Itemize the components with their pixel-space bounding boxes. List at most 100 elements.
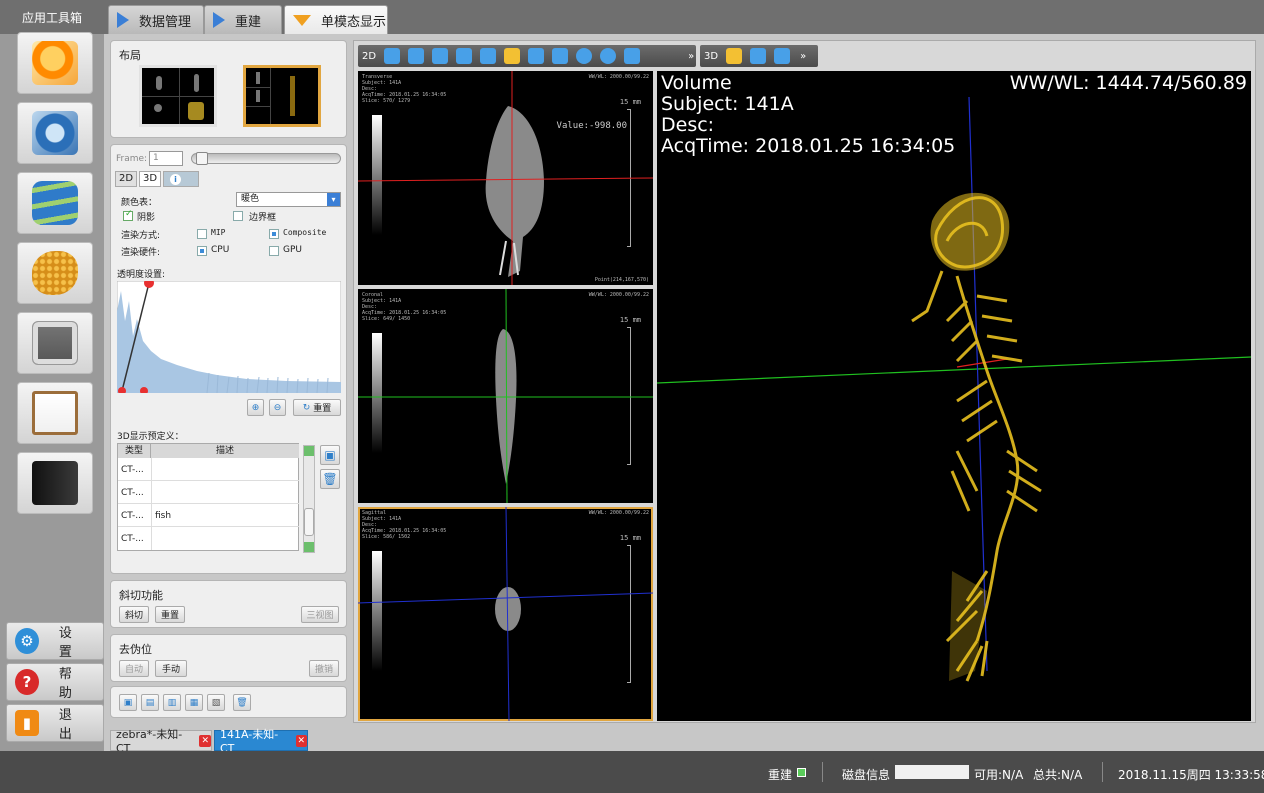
- tool-button-1[interactable]: [17, 32, 93, 94]
- three-view-button[interactable]: 三视图: [301, 606, 339, 623]
- tool-button-3[interactable]: [17, 172, 93, 234]
- frame-label: Frame:: [116, 154, 148, 164]
- opacity-histogram-editor[interactable]: [117, 281, 341, 393]
- checkmark-icon: ✓: [125, 209, 133, 219]
- rotate-3d-icon[interactable]: [774, 48, 791, 64]
- coronal-view[interactable]: Coronal Subject: 141A Desc: AcqTime: 2018.0…: [358, 289, 653, 503]
- oblique-reset-button[interactable]: 重置: [155, 606, 185, 623]
- copy-button[interactable]: ▦: [185, 694, 203, 711]
- layout-thumb-grid[interactable]: [139, 65, 217, 127]
- oblique-panel: 斜切功能 斜切 重置 三视图: [110, 580, 347, 628]
- mode-3d-label: 3D: [704, 50, 719, 62]
- delete-preset-button[interactable]: 🗑: [320, 469, 340, 489]
- layout-thumb-split[interactable]: [243, 65, 321, 127]
- zoom-in-icon: ⊕: [251, 402, 260, 413]
- tool-button-4[interactable]: [17, 242, 93, 304]
- frame-spinbox[interactable]: 1: [149, 151, 183, 166]
- tool-button-5[interactable]: [17, 312, 93, 374]
- oblique-title: 斜切功能: [119, 589, 163, 602]
- undo-button[interactable]: 撤销: [309, 660, 339, 677]
- zoom-icon[interactable]: [432, 48, 449, 64]
- sagittal-view[interactable]: Sagittal Subject: 141A Desc: AcqTime: 2018.…: [358, 507, 653, 721]
- help-button[interactable]: ? 帮 助: [6, 663, 104, 701]
- tab-rebuild[interactable]: 重建: [204, 5, 282, 34]
- dicom-icon: ▧: [211, 697, 221, 708]
- colormap-select[interactable]: 暖色 ▾: [236, 192, 341, 207]
- tab-data-management[interactable]: 数据管理: [108, 5, 204, 34]
- save-as-button[interactable]: ▤: [141, 694, 159, 711]
- rebuild-status-label: 重建: [768, 768, 793, 782]
- manual-button[interactable]: 手动: [155, 660, 187, 677]
- preset-scrollbar[interactable]: [303, 445, 315, 553]
- status-bar: 重建 磁盘信息 可用:N/A 总共:N/A 2018.11.15周四 13:33…: [0, 751, 1264, 793]
- save-preset-button[interactable]: ▣: [320, 445, 340, 465]
- disk-available: 可用:N/A: [974, 768, 1024, 782]
- composite-radio[interactable]: [269, 229, 279, 239]
- toolbar-2d: 2D »: [358, 45, 696, 67]
- measure-angle-icon[interactable]: [528, 48, 545, 64]
- close-icon[interactable]: ✕: [199, 734, 211, 747]
- sponge-texture-icon: [32, 251, 78, 295]
- doc-tab-zebra[interactable]: zebra*-未知-CT ✕: [110, 728, 212, 755]
- report-clipboard-icon: [32, 391, 78, 435]
- axial-view[interactable]: Transverse Subject: 141A Desc: AcqTime: 201…: [358, 71, 653, 285]
- line-tool-icon[interactable]: [552, 48, 569, 64]
- more-tools-3d-icon[interactable]: »: [800, 51, 806, 62]
- pan-hand-icon[interactable]: [384, 48, 401, 64]
- brightness-icon[interactable]: [480, 48, 497, 64]
- opacity-reset-button[interactable]: ↻ 重置: [293, 399, 341, 416]
- tab-2d[interactable]: 2D: [115, 171, 137, 187]
- frame-slider[interactable]: [191, 152, 341, 165]
- tab-info[interactable]: i: [163, 171, 199, 187]
- shadow-checkbox[interactable]: ✓: [123, 209, 133, 221]
- render-hw-label: 渲染硬件:: [121, 248, 161, 258]
- ellipse-tool-icon[interactable]: [600, 48, 617, 64]
- exit-button[interactable]: ▮ 退 出: [6, 704, 104, 742]
- shadow-label: 阴影: [137, 213, 156, 223]
- preset-type: CT-...: [121, 488, 144, 498]
- pan-hand-3d-icon[interactable]: [726, 48, 743, 64]
- volume-render: [657, 96, 1251, 682]
- fit-view-icon[interactable]: [408, 48, 425, 64]
- delete-button[interactable]: 🗑: [233, 694, 251, 711]
- mip-radio[interactable]: [197, 229, 207, 239]
- oblique-cut-button[interactable]: 斜切: [119, 606, 149, 623]
- tab-single-modality[interactable]: 单模态显示: [284, 5, 388, 34]
- export-button[interactable]: ▥: [163, 694, 181, 711]
- frame-slider-handle[interactable]: [196, 152, 208, 165]
- bbox-checkbox[interactable]: [233, 211, 243, 221]
- doc-tab-141a[interactable]: 141A-未知-CT ✕: [214, 728, 308, 755]
- table-row[interactable]: CT-... fish: [118, 505, 299, 527]
- table-row[interactable]: CT-...: [118, 528, 299, 550]
- tool-button-7[interactable]: [17, 452, 93, 514]
- rotate-icon[interactable]: [456, 48, 473, 64]
- zoom-out-icon: ⊖: [273, 402, 282, 413]
- zoom-in-button[interactable]: ⊕: [247, 399, 264, 416]
- dicom-export-button[interactable]: ▧: [207, 694, 225, 711]
- circle-tool-icon[interactable]: [576, 48, 593, 64]
- rectangle-tool-icon[interactable]: [624, 48, 641, 64]
- gpu-radio[interactable]: [269, 246, 279, 256]
- close-icon[interactable]: ✕: [295, 734, 307, 747]
- toolbox-sidebar: 应用工具箱 ⚙ 设 置 ? 帮 助 ▮ 退 出: [0, 0, 104, 751]
- hexagon-sphere-icon: [32, 41, 78, 85]
- refresh-icon: ↻: [302, 402, 311, 413]
- crosshair-icon[interactable]: [504, 48, 521, 64]
- table-row[interactable]: CT-...: [118, 459, 299, 481]
- more-tools-icon[interactable]: »: [688, 51, 694, 62]
- settings-button[interactable]: ⚙ 设 置: [6, 622, 104, 660]
- tab-3d[interactable]: 3D: [139, 171, 161, 187]
- save-icon-button[interactable]: ▣: [119, 694, 137, 711]
- disk-info-label: 磁盘信息: [842, 768, 891, 782]
- table-row[interactable]: CT-...: [118, 482, 299, 504]
- tool-button-2[interactable]: [17, 102, 93, 164]
- fit-view-3d-icon[interactable]: [750, 48, 767, 64]
- scroll-down-icon[interactable]: [304, 542, 314, 552]
- scroll-up-icon[interactable]: [304, 446, 314, 456]
- scroll-thumb[interactable]: [304, 508, 314, 536]
- volume-3d-view[interactable]: Volume Subject: 141A Desc: AcqTime: 2018…: [657, 71, 1251, 721]
- tool-button-6[interactable]: [17, 382, 93, 444]
- auto-button[interactable]: 自动: [119, 660, 149, 677]
- cpu-radio[interactable]: [197, 246, 207, 256]
- zoom-out-button[interactable]: ⊖: [269, 399, 286, 416]
